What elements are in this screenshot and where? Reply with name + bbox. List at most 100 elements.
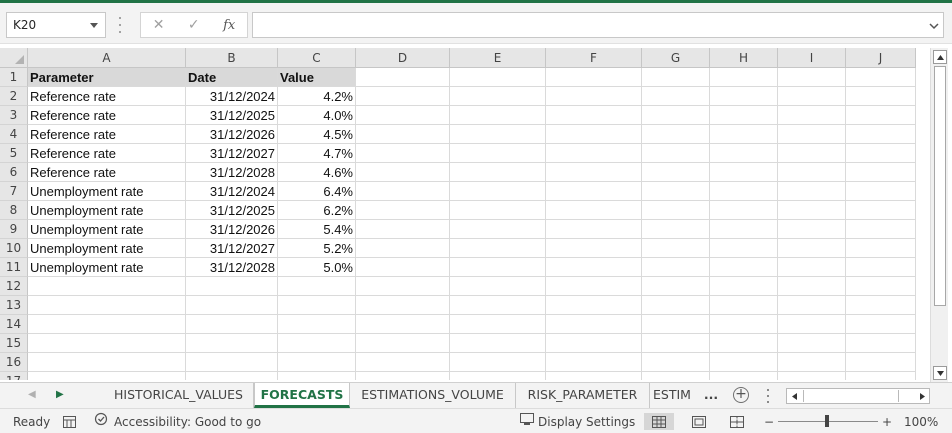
cell-g10[interactable] [642, 239, 710, 258]
cell-j4[interactable] [846, 125, 916, 144]
cell-c16[interactable] [278, 353, 356, 372]
cell-e10[interactable] [450, 239, 546, 258]
cell-e8[interactable] [450, 201, 546, 220]
zoom-out-button[interactable]: − [764, 409, 774, 433]
cell-e12[interactable] [450, 277, 546, 296]
cell-e2[interactable] [450, 87, 546, 106]
cell-a7[interactable]: Unemployment rate [28, 182, 186, 201]
cell-j13[interactable] [846, 296, 916, 315]
cell-a13[interactable] [28, 296, 186, 315]
display-settings[interactable]: Display Settings [520, 409, 635, 433]
cell-h7[interactable] [710, 182, 778, 201]
cell-h13[interactable] [710, 296, 778, 315]
cell-c4[interactable]: 4.5% [278, 125, 356, 144]
cell-c10[interactable]: 5.2% [278, 239, 356, 258]
row-header-2[interactable]: 2 [0, 87, 28, 106]
vertical-scrollbar[interactable] [930, 48, 948, 382]
cell-a14[interactable] [28, 315, 186, 334]
cell-d10[interactable] [356, 239, 450, 258]
cell-a12[interactable] [28, 277, 186, 296]
cell-i10[interactable] [778, 239, 846, 258]
scroll-up-icon[interactable] [933, 50, 947, 64]
cell-h14[interactable] [710, 315, 778, 334]
cell-b7[interactable]: 31/12/2024 [186, 182, 278, 201]
tab-scroll-right-icon[interactable]: ▶ [56, 389, 64, 400]
cell-d17[interactable] [356, 372, 450, 380]
cell-d4[interactable] [356, 125, 450, 144]
row-header-13[interactable]: 13 [0, 296, 28, 315]
cell-a16[interactable] [28, 353, 186, 372]
cell-b14[interactable] [186, 315, 278, 334]
cell-g16[interactable] [642, 353, 710, 372]
normal-view-icon[interactable] [644, 413, 674, 430]
grip-dots-icon[interactable] [117, 17, 123, 33]
cell-d7[interactable] [356, 182, 450, 201]
cell-d9[interactable] [356, 220, 450, 239]
cell-f3[interactable] [546, 106, 642, 125]
cell-b4[interactable]: 31/12/2026 [186, 125, 278, 144]
cell-i13[interactable] [778, 296, 846, 315]
cell-b2[interactable]: 31/12/2024 [186, 87, 278, 106]
cell-a2[interactable]: Reference rate [28, 87, 186, 106]
cell-b12[interactable] [186, 277, 278, 296]
cell-f13[interactable] [546, 296, 642, 315]
cell-g13[interactable] [642, 296, 710, 315]
cell-b6[interactable]: 31/12/2028 [186, 163, 278, 182]
cell-e1[interactable] [450, 68, 546, 87]
cell-j8[interactable] [846, 201, 916, 220]
cell-h6[interactable] [710, 163, 778, 182]
cell-j2[interactable] [846, 87, 916, 106]
cell-h15[interactable] [710, 334, 778, 353]
cell-g4[interactable] [642, 125, 710, 144]
cell-b11[interactable]: 31/12/2028 [186, 258, 278, 277]
cell-g17[interactable] [642, 372, 710, 380]
cell-g2[interactable] [642, 87, 710, 106]
column-header-j[interactable]: J [846, 48, 916, 68]
cell-d14[interactable] [356, 315, 450, 334]
name-box[interactable]: K20 [6, 12, 106, 38]
cell-j15[interactable] [846, 334, 916, 353]
cell-e7[interactable] [450, 182, 546, 201]
column-header-b[interactable]: B [186, 48, 278, 68]
cell-c6[interactable]: 4.6% [278, 163, 356, 182]
cell-j7[interactable] [846, 182, 916, 201]
cell-d12[interactable] [356, 277, 450, 296]
cell-f11[interactable] [546, 258, 642, 277]
tab-scroll-left-icon[interactable]: ◀ [28, 389, 36, 400]
row-header-6[interactable]: 6 [0, 163, 28, 182]
cell-i12[interactable] [778, 277, 846, 296]
cell-e15[interactable] [450, 334, 546, 353]
row-header-17[interactable]: 17 [0, 372, 28, 380]
cell-d11[interactable] [356, 258, 450, 277]
cell-j10[interactable] [846, 239, 916, 258]
row-header-11[interactable]: 11 [0, 258, 28, 277]
cell-j16[interactable] [846, 353, 916, 372]
cell-e3[interactable] [450, 106, 546, 125]
cell-d3[interactable] [356, 106, 450, 125]
cell-i6[interactable] [778, 163, 846, 182]
cell-a1[interactable]: Parameter [28, 68, 186, 87]
column-header-e[interactable]: E [450, 48, 546, 68]
row-header-1[interactable]: 1 [0, 68, 28, 87]
cell-f2[interactable] [546, 87, 642, 106]
cell-a6[interactable]: Reference rate [28, 163, 186, 182]
cell-a5[interactable]: Reference rate [28, 144, 186, 163]
cell-i16[interactable] [778, 353, 846, 372]
cell-j9[interactable] [846, 220, 916, 239]
cell-g15[interactable] [642, 334, 710, 353]
cell-b8[interactable]: 31/12/2025 [186, 201, 278, 220]
cell-b17[interactable] [186, 372, 278, 380]
cell-c7[interactable]: 6.4% [278, 182, 356, 201]
cell-j14[interactable] [846, 315, 916, 334]
cell-b16[interactable] [186, 353, 278, 372]
cell-f7[interactable] [546, 182, 642, 201]
cell-e4[interactable] [450, 125, 546, 144]
cell-i7[interactable] [778, 182, 846, 201]
column-header-c[interactable]: C [278, 48, 356, 68]
row-header-9[interactable]: 9 [0, 220, 28, 239]
cell-j11[interactable] [846, 258, 916, 277]
cell-c11[interactable]: 5.0% [278, 258, 356, 277]
cell-c9[interactable]: 5.4% [278, 220, 356, 239]
cell-c17[interactable] [278, 372, 356, 380]
cell-b1[interactable]: Date [186, 68, 278, 87]
